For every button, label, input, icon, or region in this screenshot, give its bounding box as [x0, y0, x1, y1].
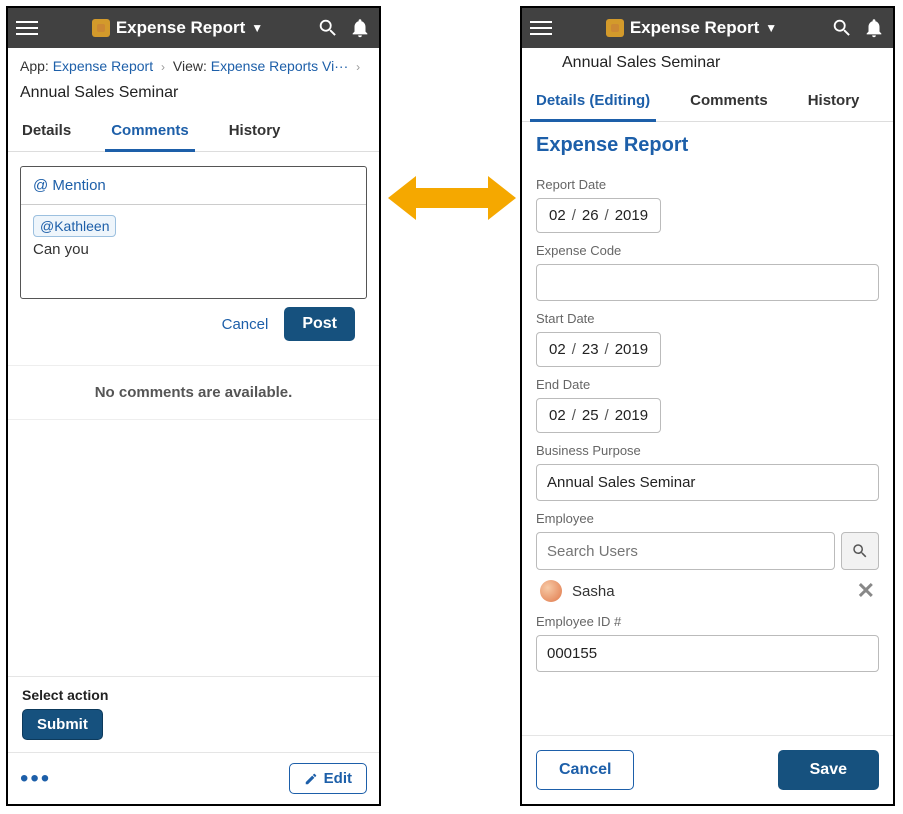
edit-button-label: Edit	[324, 770, 352, 787]
remove-employee-icon[interactable]: ✕	[857, 578, 875, 604]
expense-code-input[interactable]	[536, 264, 879, 301]
no-comments-message: No comments are available.	[8, 365, 379, 420]
tab-comments[interactable]: Comments	[105, 112, 195, 152]
save-bar: Cancel Save	[522, 735, 893, 804]
employee-label: Employee	[536, 511, 879, 526]
caret-down-icon: ▼	[765, 21, 777, 35]
end-date-label: End Date	[536, 377, 879, 392]
caret-down-icon: ▼	[251, 21, 263, 35]
form-title: Expense Report	[522, 122, 893, 163]
app-title-text: Expense Report	[116, 18, 245, 38]
form: Report Date 02/ 26/ 2019 Expense Code St…	[522, 163, 893, 735]
top-bar: Expense Report ▼	[8, 8, 379, 48]
tab-history[interactable]: History	[802, 82, 866, 121]
tab-comments[interactable]: Comments	[684, 82, 774, 121]
employee-lookup-button[interactable]	[841, 532, 879, 570]
start-date-label: Start Date	[536, 311, 879, 326]
selected-employee-row: Sasha ✕	[536, 570, 879, 604]
tab-details-editing[interactable]: Details (Editing)	[530, 82, 656, 122]
menu-icon[interactable]	[530, 17, 552, 39]
more-actions-icon[interactable]: •••	[20, 774, 51, 784]
tab-history[interactable]: History	[223, 112, 287, 151]
details-edit-view: Expense Report ▼ Annual Sales Seminar De…	[520, 6, 895, 806]
select-action-label: Select action	[22, 687, 365, 703]
expense-code-label: Expense Code	[536, 243, 879, 258]
menu-icon[interactable]	[16, 17, 38, 39]
breadcrumb: App: Expense Report › View: Expense Repo…	[8, 48, 379, 78]
cancel-comment-button[interactable]: Cancel	[222, 316, 269, 333]
search-icon[interactable]	[317, 17, 339, 39]
mention-chip[interactable]: @Kathleen	[33, 215, 116, 237]
cancel-button[interactable]: Cancel	[536, 750, 634, 790]
breadcrumb-app-link[interactable]: Expense Report	[53, 58, 153, 74]
chevron-right-icon: ›	[157, 60, 169, 74]
report-date-label: Report Date	[536, 177, 879, 192]
tabs: Details (Editing) Comments History	[522, 82, 893, 122]
post-comment-button[interactable]: Post	[284, 307, 355, 341]
app-icon	[606, 19, 624, 37]
business-purpose-input[interactable]	[536, 464, 879, 501]
comment-box: @ Mention @Kathleen Can you	[20, 166, 367, 299]
tabs: Details Comments History	[8, 112, 379, 152]
app-title-dropdown[interactable]: Expense Report ▼	[92, 18, 263, 38]
page-title: Annual Sales Seminar	[522, 48, 893, 82]
employee-search-input[interactable]	[536, 532, 835, 570]
swap-arrow-icon	[388, 170, 516, 226]
action-section: Select action Submit	[8, 676, 379, 752]
chevron-right-icon: ›	[352, 60, 364, 74]
start-date-input[interactable]: 02/ 23/ 2019	[536, 332, 661, 367]
bell-icon[interactable]	[863, 17, 885, 39]
breadcrumb-app-label: App:	[20, 58, 49, 74]
breadcrumb-view-link[interactable]: Expense Reports Vi···	[211, 58, 348, 74]
report-date-input[interactable]: 02/ 26/ 2019	[536, 198, 661, 233]
page-title: Annual Sales Seminar	[8, 78, 379, 112]
employee-id-label: Employee ID #	[536, 614, 879, 629]
avatar	[540, 580, 562, 602]
footer-bar: ••• Edit	[8, 752, 379, 804]
app-title-dropdown[interactable]: Expense Report ▼	[606, 18, 777, 38]
tab-details[interactable]: Details	[16, 112, 77, 151]
top-bar: Expense Report ▼	[522, 8, 893, 48]
submit-button[interactable]: Submit	[22, 709, 103, 740]
search-icon	[851, 542, 869, 560]
business-purpose-label: Business Purpose	[536, 443, 879, 458]
employee-id-input[interactable]	[536, 635, 879, 672]
save-button[interactable]: Save	[778, 750, 879, 790]
comments-view: Expense Report ▼ App: Expense Report › V…	[6, 6, 381, 806]
edit-button[interactable]: Edit	[289, 763, 367, 794]
app-icon	[92, 19, 110, 37]
search-icon[interactable]	[831, 17, 853, 39]
app-title-text: Expense Report	[630, 18, 759, 38]
breadcrumb-view-label: View:	[173, 58, 207, 74]
pencil-icon	[304, 772, 318, 786]
comment-text: Can you	[33, 241, 89, 258]
selected-employee-name: Sasha	[572, 583, 847, 600]
comment-textarea[interactable]: @Kathleen Can you	[21, 205, 366, 298]
end-date-input[interactable]: 02/ 25/ 2019	[536, 398, 661, 433]
comment-composer: @ Mention @Kathleen Can you Cancel Post	[8, 152, 379, 365]
bell-icon[interactable]	[349, 17, 371, 39]
mention-button[interactable]: @ Mention	[21, 167, 366, 205]
